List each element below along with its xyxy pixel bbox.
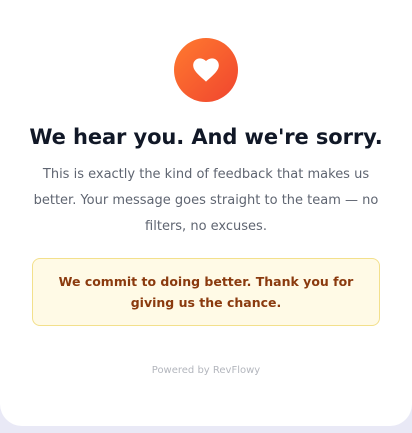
powered-by-label: Powered by RevFlowy — [151, 365, 261, 376]
commitment-notice: We commit to doing better. Thank you for… — [32, 258, 380, 326]
page-title: We hear you. And we're sorry. — [29, 125, 383, 149]
feedback-card: We hear you. And we're sorry. This is ex… — [0, 0, 412, 426]
commitment-text: We commit to doing better. Thank you for… — [58, 274, 354, 310]
heart-icon — [193, 58, 219, 82]
feedback-message: This is exactly the kind of feedback tha… — [33, 167, 379, 234]
heart-icon-badge — [174, 38, 238, 102]
